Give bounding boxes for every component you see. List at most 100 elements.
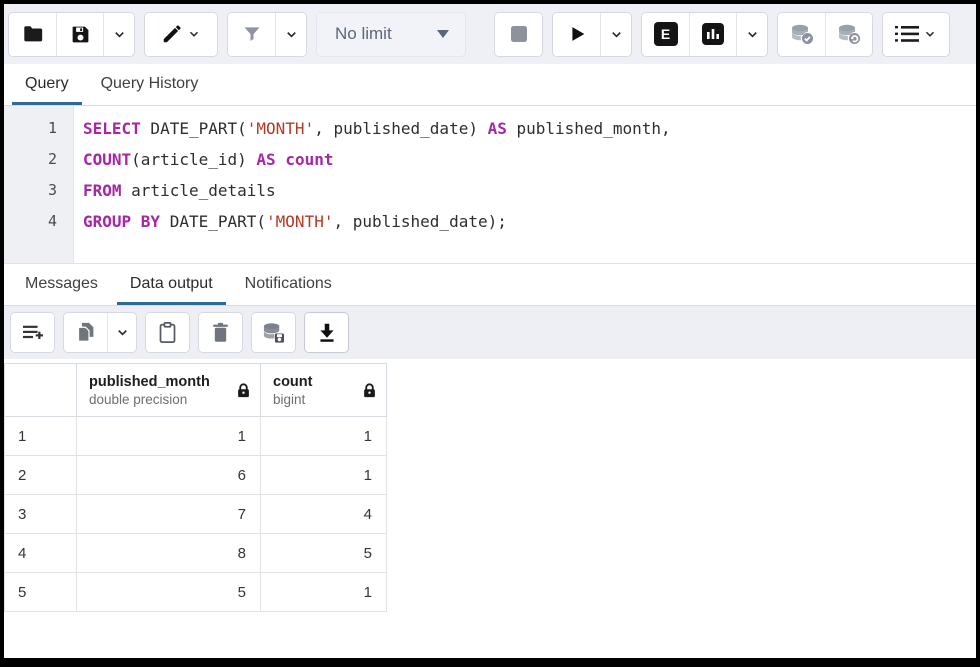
chevron-down-icon [284, 27, 299, 42]
select-all-header-cell[interactable] [5, 364, 77, 417]
count-cell[interactable]: 5 [261, 534, 387, 573]
add-row-button[interactable] [11, 313, 54, 352]
sql-token: DATE_PART( [160, 212, 266, 231]
tab-notifications[interactable]: Notifications [232, 264, 345, 305]
macros-dropdown-button[interactable] [883, 13, 949, 56]
sql-token [276, 150, 286, 169]
sql-token: GROUP BY [83, 212, 160, 231]
count-cell[interactable]: 1 [261, 573, 387, 612]
commit-button[interactable] [778, 13, 825, 56]
row-number-cell[interactable]: 2 [5, 456, 77, 495]
rollback-db-undo-icon [836, 22, 862, 46]
explain-button-group: E [641, 12, 768, 57]
output-tabstrip: Messages Data output Notifications [4, 263, 976, 306]
published-month-cell[interactable]: 8 [77, 534, 261, 573]
sql-token: (article_id) [131, 150, 256, 169]
save-data-changes-button[interactable] [252, 313, 295, 352]
table-row: 3 7 4 [5, 495, 387, 534]
explain-options-dropdown-button[interactable] [736, 13, 767, 56]
tab-query-history[interactable]: Query History [88, 64, 212, 105]
numbered-list-icon [895, 24, 919, 44]
execute-options-dropdown-button[interactable] [600, 13, 631, 56]
sql-code-area[interactable]: SELECT DATE_PART( 'MONTH', published_date… [74, 106, 976, 263]
sql-token: AS [256, 150, 275, 169]
filter-options-dropdown-button[interactable] [275, 13, 306, 56]
copy-options-dropdown-button[interactable] [107, 313, 136, 352]
lock-icon [237, 383, 250, 398]
sql-line: GROUP BY DATE_PART('MONTH', published_da… [83, 206, 976, 237]
line-number: 4 [4, 206, 73, 237]
folder-icon [22, 23, 44, 45]
cancel-query-button[interactable] [495, 13, 542, 56]
sql-token: SELECT [83, 119, 141, 138]
download-icon [317, 322, 337, 343]
lock-icon [363, 383, 376, 398]
sql-token: article_details [122, 181, 276, 200]
explain-icon: E [654, 22, 678, 46]
explain-button[interactable]: E [642, 13, 689, 56]
sql-token: count [285, 150, 333, 169]
execute-query-button[interactable] [553, 13, 600, 56]
paste-group [145, 312, 190, 353]
sql-token: FROM [83, 181, 122, 200]
explain-analyze-button[interactable] [689, 13, 736, 56]
copy-group [63, 312, 137, 353]
editor-tabstrip: Query Query History [4, 64, 976, 106]
query-tool-window: No limit E [0, 0, 980, 667]
tab-data-output[interactable]: Data output [117, 264, 226, 305]
line-number-gutter: 1 2 3 4 [4, 106, 74, 263]
row-number-cell[interactable]: 3 [5, 495, 77, 534]
paste-button[interactable] [146, 313, 189, 352]
save-button[interactable] [56, 13, 103, 56]
published-month-cell[interactable]: 7 [77, 495, 261, 534]
column-name: count [273, 373, 312, 391]
save-options-dropdown-button[interactable] [103, 13, 134, 56]
chevron-down-icon [115, 325, 130, 340]
tab-messages[interactable]: Messages [12, 264, 111, 305]
sql-token: , published_date) [314, 119, 487, 138]
count-cell[interactable]: 4 [261, 495, 387, 534]
delete-group [198, 312, 243, 353]
data-output-grid: published_month double precision count b… [4, 359, 976, 658]
line-number: 3 [4, 175, 73, 206]
download-group [304, 312, 349, 353]
column-type: bigint [273, 391, 312, 408]
execute-button-group [552, 12, 632, 57]
add-row-group [10, 312, 55, 353]
save-icon [70, 24, 91, 45]
count-cell[interactable]: 1 [261, 417, 387, 456]
sql-line: SELECT DATE_PART('MONTH', published_date… [83, 113, 976, 144]
row-limit-select[interactable]: No limit [316, 12, 466, 57]
chevron-down-icon [187, 27, 201, 41]
sql-token: 'MONTH' [247, 119, 314, 138]
open-file-button[interactable] [9, 13, 56, 56]
filter-button-group [227, 12, 307, 57]
paste-clipboard-icon [158, 322, 177, 343]
delete-row-button[interactable] [199, 313, 242, 352]
sql-line: FROM article_details [83, 175, 976, 206]
row-number-cell[interactable]: 5 [5, 573, 77, 612]
main-toolbar: No limit E [4, 4, 976, 64]
filter-button[interactable] [228, 13, 275, 56]
row-number-cell[interactable]: 4 [5, 534, 77, 573]
add-row-icon [22, 323, 44, 343]
row-number-cell[interactable]: 1 [5, 417, 77, 456]
published-month-cell[interactable]: 5 [77, 573, 261, 612]
column-name: published_month [89, 373, 210, 391]
results-table: published_month double precision count b… [4, 363, 387, 612]
published-month-cell[interactable]: 6 [77, 456, 261, 495]
column-header-count[interactable]: count bigint [261, 364, 387, 417]
download-results-button[interactable] [305, 313, 348, 352]
edit-dropdown-button[interactable] [145, 13, 217, 56]
column-header-published-month[interactable]: published_month double precision [77, 364, 261, 417]
rollback-button[interactable] [825, 13, 872, 56]
caret-down-icon [437, 30, 449, 38]
count-cell[interactable]: 1 [261, 456, 387, 495]
commit-db-check-icon [789, 22, 815, 46]
table-row: 5 5 1 [5, 573, 387, 612]
copy-button[interactable] [64, 313, 107, 352]
tab-query[interactable]: Query [12, 64, 82, 105]
edit-button-group [144, 12, 218, 57]
column-type: double precision [89, 391, 210, 408]
published-month-cell[interactable]: 1 [77, 417, 261, 456]
